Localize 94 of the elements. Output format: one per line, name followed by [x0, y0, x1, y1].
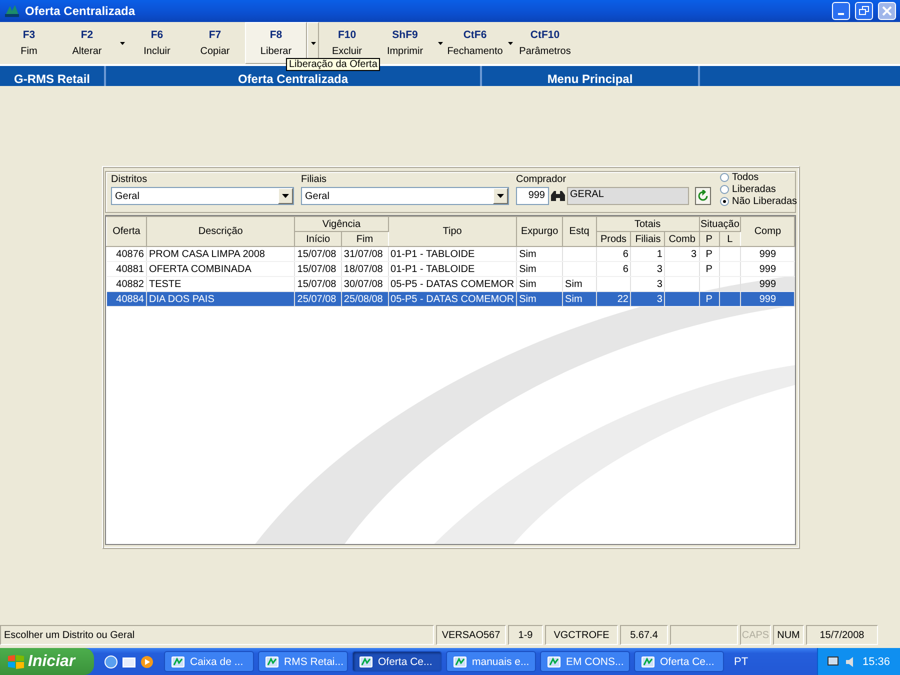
table-cell: 6 [622, 264, 628, 274]
table-cell: PROM CASA LIMPA 2008 [148, 248, 265, 260]
table-cell: DIA DOS PAIS [148, 294, 214, 304]
table-cell: Sim [519, 248, 536, 260]
toolbar-button[interactable]: CtF10 Parâmetros [517, 22, 573, 64]
table-cell: TESTE [148, 278, 182, 290]
status-field: NUM [773, 625, 804, 645]
tooltip: Liberação da Oferta [286, 58, 380, 71]
column-header: Comb [664, 232, 700, 246]
column-header: Situação [699, 216, 741, 232]
status-field: 5.67.4 [620, 625, 668, 645]
status-field: 1-9 [508, 625, 543, 645]
column-header: Expurgo [516, 216, 563, 246]
table-cell: 40876 [116, 248, 144, 260]
table-cell: 25/08/08 [344, 294, 383, 304]
taskbar-button[interactable]: Caixa de ... [164, 651, 254, 672]
table-cell: 3 [656, 264, 662, 274]
table-cell: Sim [519, 294, 536, 304]
taskbar-button[interactable]: Oferta Ce... [634, 651, 724, 672]
table-cell: 05-P5 - DATAS COMEMOR [390, 294, 514, 304]
table-cell: Sim [519, 278, 536, 290]
table-cell: 30/07/08 [344, 278, 383, 290]
column-header: Tipo [388, 216, 517, 246]
table-cell: 1 [656, 248, 662, 260]
table-cell: 15/07/08 [297, 248, 336, 260]
table-cell: 3 [656, 278, 662, 290]
table-cell: 15/07/08 [297, 264, 336, 274]
column-header: Estq [562, 216, 596, 246]
column-header: Oferta [106, 216, 146, 246]
toolbar-button[interactable]: F3 Fim [1, 22, 57, 64]
status-field: CAPS [740, 625, 771, 645]
window-title: Oferta Centralizada [25, 4, 136, 18]
table-cell: 25/07/08 [297, 294, 336, 304]
table-cell: 999 [759, 264, 776, 274]
field-label: Filiais [301, 174, 328, 185]
table-cell: 3 [656, 294, 662, 304]
clock: 15:36 [862, 656, 890, 668]
table-cell: 01-P1 - TABLOIDE [390, 264, 475, 274]
table-cell: 40882 [116, 278, 144, 290]
toolbar-button[interactable]: CtF6 Fechamento [447, 22, 503, 64]
language-indicator[interactable]: PT [728, 656, 754, 668]
taskbar-button[interactable]: Oferta Ce... [352, 651, 442, 672]
table-cell: 15/07/08 [297, 278, 336, 290]
table-cell: Sim [565, 294, 582, 304]
table-cell: 999 [759, 248, 776, 260]
nav-tab[interactable]: G-RMS Retail [0, 66, 106, 86]
table-cell: 22 [617, 294, 628, 304]
radio-label: Todos [732, 172, 759, 182]
toolbar-button[interactable]: F7 Copiar [187, 22, 243, 64]
radio-label: Não Liberadas [732, 196, 798, 206]
table-cell: 3 [691, 248, 697, 260]
buyer-code-field[interactable]: 999 [516, 187, 549, 205]
column-header: Prods [596, 232, 631, 246]
column-header: Vigência [294, 216, 388, 232]
table-cell: P [706, 248, 712, 260]
toolbar-button[interactable]: F2 Alterar [59, 22, 115, 64]
column-header: Descrição [146, 216, 295, 246]
column-header: Filiais [630, 232, 665, 246]
taskbar-button[interactable]: RMS Retai... [258, 651, 348, 672]
column-header: Totais [596, 216, 700, 232]
table-cell: P [706, 294, 712, 304]
nav-tab[interactable]: Menu Principal [482, 66, 700, 86]
table-cell: 31/07/08 [344, 248, 383, 260]
table-cell: 6 [622, 248, 628, 260]
table-cell: P [706, 264, 712, 274]
field-label: Distritos [111, 174, 148, 185]
column-header: Início [294, 232, 342, 246]
table-row[interactable]: 40876 PROM CASA LIMPA 2008 15/07/08 31/07/08 01-P1 - TABLOIDE Sim 6 1 3 P 999 [106, 246, 794, 262]
toolbar-button[interactable]: F6 Incluir [129, 22, 185, 64]
column-header: Fim [341, 232, 388, 246]
table-cell: 18/07/08 [344, 264, 383, 274]
status-field: VERSAO567 [436, 625, 506, 645]
radio-label: Liberadas [732, 184, 776, 194]
table-row[interactable]: 40884 DIA DOS PAIS 25/07/08 25/08/08 05-P5 - DATAS COMEMOR Sim Sim 22 3 P 999 [106, 292, 794, 306]
table-row[interactable]: 40881 OFERTA COMBINADA 15/07/08 18/07/08 01-P1 - TABLOIDE Sim 6 3 P 999 [106, 262, 794, 276]
dropdown-field[interactable]: Geral [111, 187, 294, 205]
taskbar-button[interactable]: manuais e... [446, 651, 536, 672]
table-cell: OFERTA COMBINADA [148, 264, 252, 274]
table-cell: 05-P5 - DATAS COMEMOR [390, 278, 514, 290]
status-field: VGCTROFE [545, 625, 618, 645]
table-cell: 40884 [116, 294, 144, 304]
taskbar-button[interactable]: EM CONS... [540, 651, 630, 672]
column-header: Comp [740, 216, 794, 246]
table-cell: 40881 [116, 264, 144, 274]
table-cell: 999 [759, 294, 776, 304]
table-cell: Sim [565, 278, 582, 290]
buyer-name-field: GERAL [567, 187, 689, 205]
table-cell: 01-P1 - TABLOIDE [390, 248, 475, 260]
status-field: 15/7/2008 [806, 625, 878, 645]
table-cell: Sim [519, 264, 536, 274]
table-cell: 999 [759, 278, 776, 290]
dropdown-field[interactable]: Geral [301, 187, 509, 205]
field-label: Comprador [516, 174, 568, 185]
status-field: Escolher um Distrito ou Geral [0, 625, 434, 645]
